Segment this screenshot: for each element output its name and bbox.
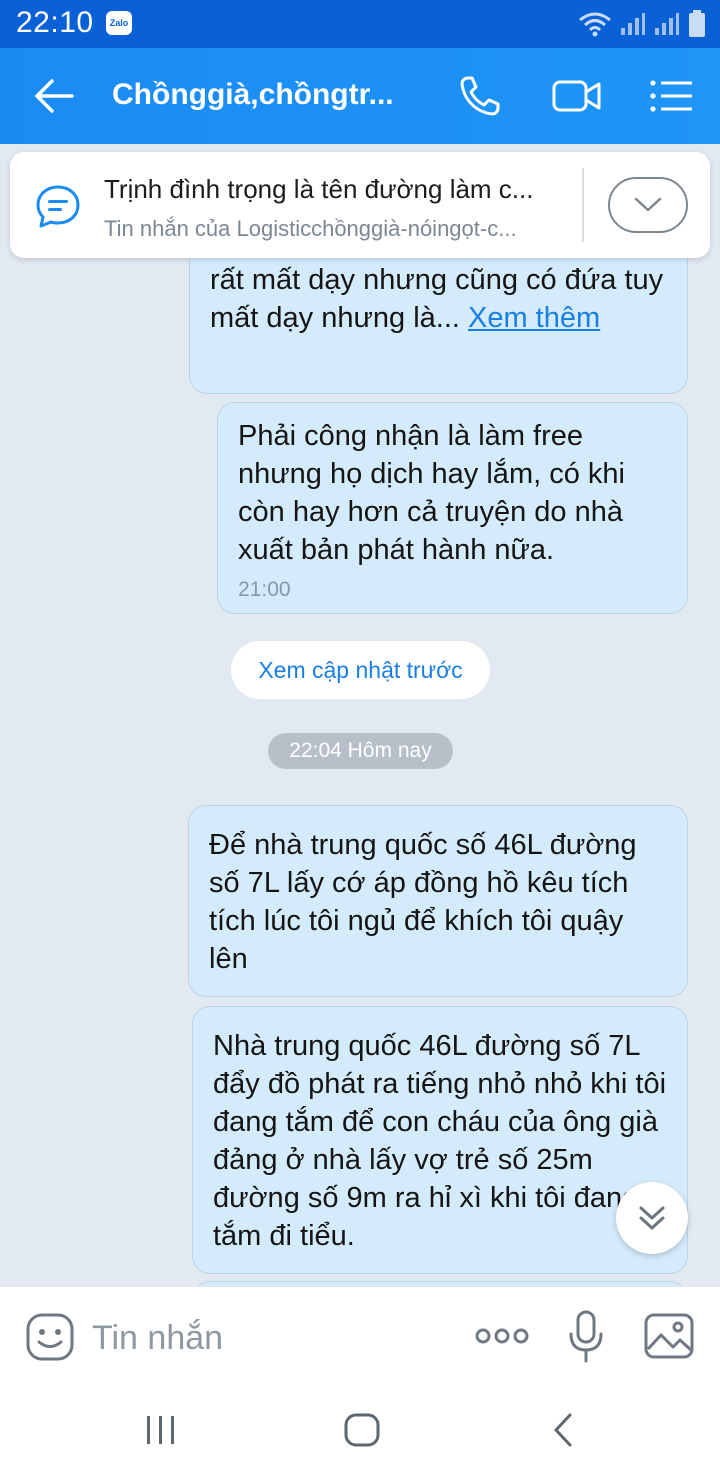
see-more-link[interactable]: Xem thêm [468, 302, 600, 334]
date-separator: 22:04 Hôm nay [268, 733, 453, 769]
pinned-message-title: Trịnh đình trọng là tên đường làm c... [104, 174, 534, 204]
message-time: 21:00 [238, 578, 291, 601]
zalo-notification-icon: Zalo [106, 11, 132, 35]
scroll-to-bottom-button[interactable] [616, 1182, 688, 1254]
chevron-down-icon [634, 197, 662, 212]
status-bar: 22:10 Zalo [0, 0, 720, 48]
back-arrow-icon [35, 79, 74, 113]
double-chevron-down-icon [639, 1206, 665, 1230]
divider [582, 168, 584, 242]
message-bubble[interactable]: rất mất dạy nhưng cũng có đứa tuy mất dạ… [189, 234, 688, 394]
back-nav-button[interactable] [548, 1410, 578, 1455]
status-indicators [578, 10, 706, 38]
system-nav-bar [0, 1386, 720, 1480]
video-call-icon [552, 80, 601, 112]
sticker-icon [26, 1313, 74, 1361]
video-call-button[interactable] [552, 74, 601, 118]
recent-apps-button[interactable] [144, 1410, 178, 1455]
battery-icon [689, 10, 705, 37]
menu-list-icon [650, 80, 692, 112]
message-text: Phải công nhận là làm free nhưng họ dịch… [238, 420, 625, 566]
message-bubble[interactable]: Nhà trung quốc 46L đường số 7L đẩy đồ ph… [192, 1006, 688, 1274]
message-input-bar: Tin nhắn [0, 1286, 720, 1386]
image-button[interactable] [644, 1313, 694, 1364]
voice-call-button[interactable] [456, 74, 504, 118]
more-button[interactable] [474, 1323, 530, 1354]
chat-header: Chồnggià,chồngtr... [0, 48, 720, 144]
recent-apps-icon [147, 1416, 174, 1444]
message-input[interactable]: Tin nhắn [92, 1319, 223, 1358]
chat-bubble-icon [36, 185, 80, 228]
expand-pinned-button[interactable] [608, 177, 688, 233]
options-menu-button[interactable] [648, 74, 696, 118]
phone-icon [460, 76, 500, 116]
signal-icon [621, 13, 645, 35]
image-icon [644, 1313, 694, 1359]
chat-area[interactable]: rất mất dạy nhưng cũng có đứa tuy mất dạ… [0, 144, 720, 1286]
back-button[interactable] [32, 76, 76, 116]
voice-message-button[interactable] [566, 1309, 606, 1370]
message-bubble[interactable]: Để nhà trung quốc số 46L đường số 7L lấy… [188, 805, 688, 997]
more-icon [475, 1328, 529, 1344]
home-button[interactable] [342, 1410, 382, 1455]
conversation-title[interactable]: Chồnggià,chồngtr... [112, 78, 402, 112]
wifi-icon [579, 12, 611, 37]
load-previous-button[interactable]: Xem cập nhật trước [231, 641, 490, 699]
message-text: Nhà trung quốc 46L đường số 7L đẩy đồ ph… [213, 1030, 667, 1252]
signal-2-icon [655, 13, 679, 35]
pinned-message-subtitle: Tin nhắn của Logisticchồnggià-nóingọt-c.… [104, 216, 517, 241]
microphone-icon [569, 1310, 603, 1363]
status-time: 22:10 [16, 6, 94, 39]
back-nav-icon [554, 1413, 572, 1447]
home-icon [344, 1413, 380, 1447]
message-bubble[interactable]: Phải công nhận là làm free nhưng họ dịch… [217, 402, 688, 614]
sticker-button[interactable] [26, 1313, 74, 1366]
pinned-message[interactable]: Trịnh đình trọng là tên đường làm c... T… [10, 152, 710, 258]
message-text: Để nhà trung quốc số 46L đường số 7L lấy… [209, 829, 637, 975]
